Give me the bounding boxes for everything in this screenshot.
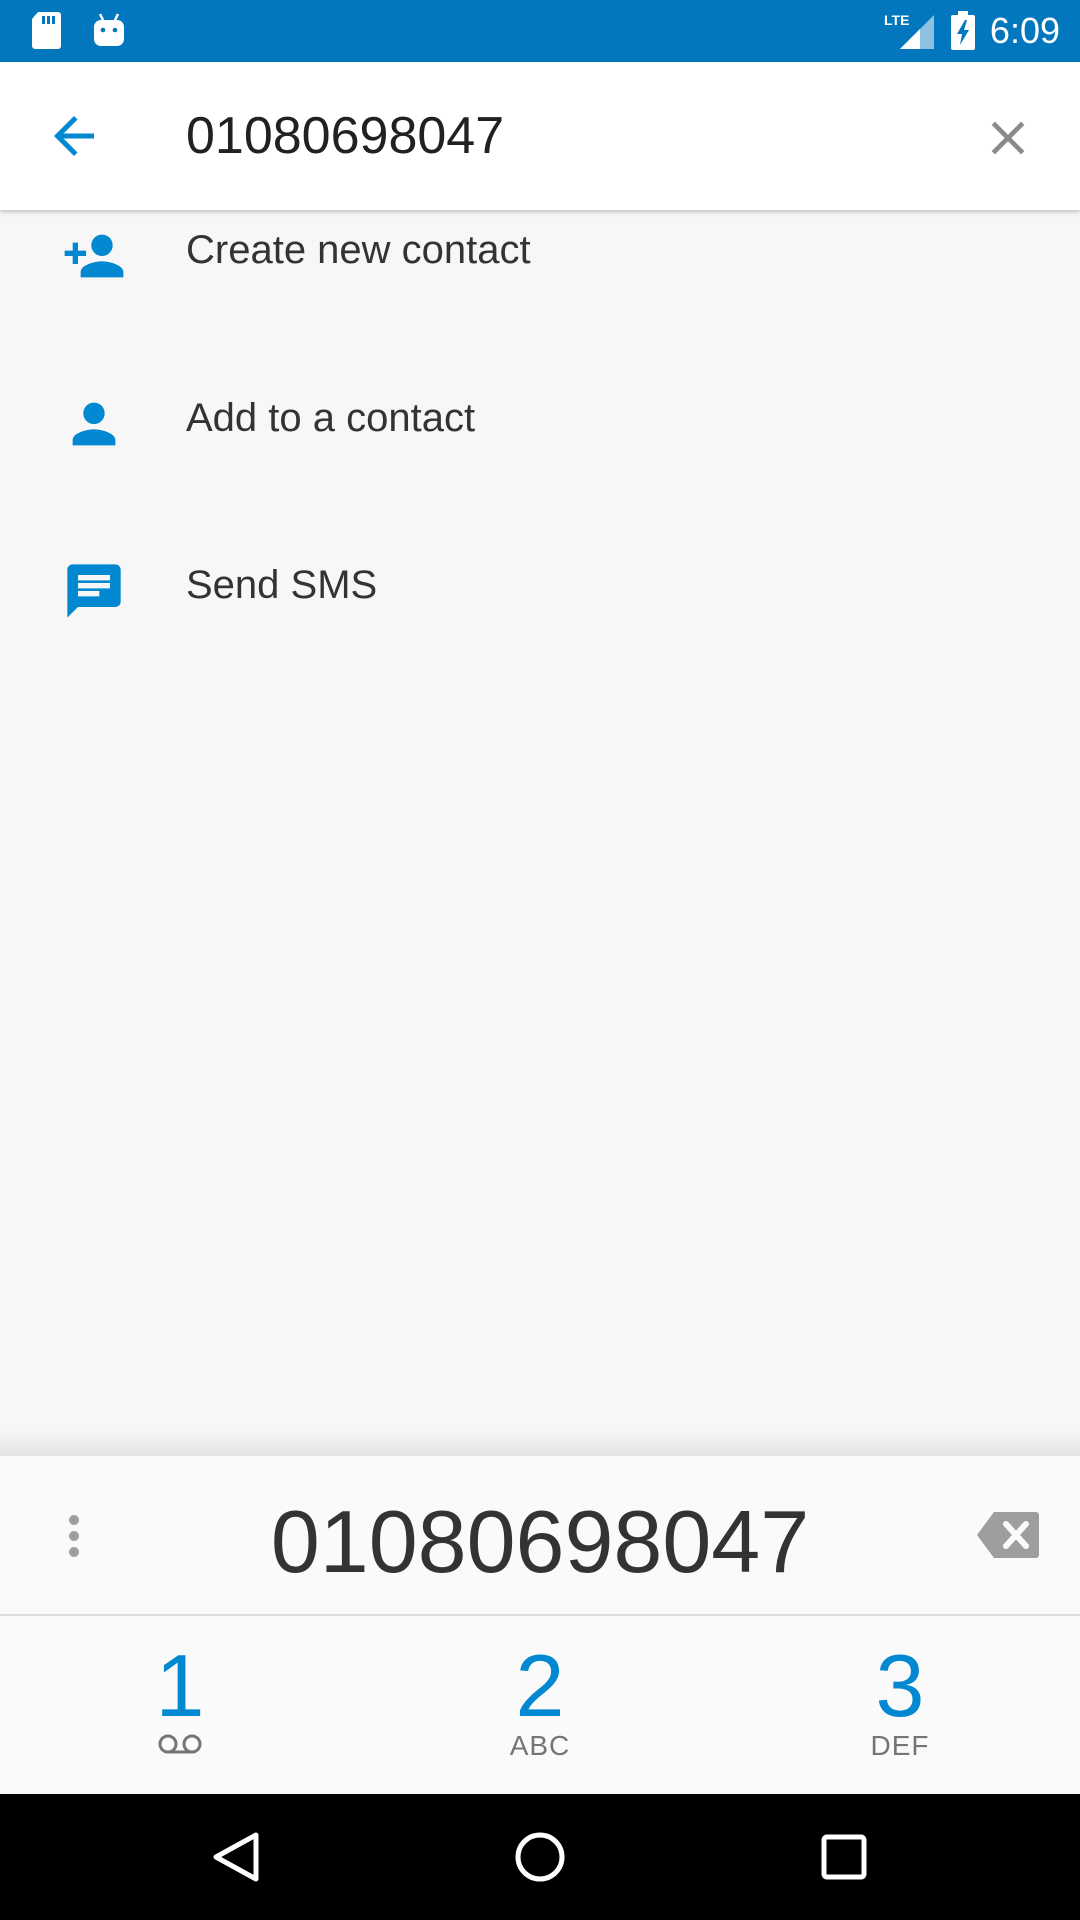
key-3[interactable]: 3 DEF (720, 1616, 1080, 1794)
action-list: Create new contact Add to a contact Send… (0, 210, 1080, 664)
status-bar: LTE 6:09 (0, 0, 1080, 62)
create-new-contact-label: Create new contact (186, 228, 531, 272)
search-toolbar: 01080698047 (0, 62, 1080, 210)
message-icon (67, 564, 121, 618)
dialpad: 01080698047 1 2 ABC 3 DEF (0, 1456, 1080, 1794)
dialpad-shadow (0, 1430, 1080, 1456)
android-icon (94, 13, 124, 46)
key-digit: 2 (515, 1636, 565, 1735)
person-add-icon (64, 234, 124, 278)
key-digit: 1 (155, 1636, 205, 1735)
send-sms-label: Send SMS (186, 563, 378, 607)
navigation-bar (0, 1794, 1080, 1920)
battery-charging-icon (950, 11, 975, 50)
close-icon[interactable] (980, 110, 1036, 166)
back-triangle-icon[interactable] (206, 1827, 266, 1887)
dialed-digits[interactable]: 01080698047 (0, 1492, 1080, 1592)
key-letters: DEF (870, 1730, 930, 1761)
backspace-icon[interactable] (976, 1510, 1040, 1560)
svg-text:LTE: LTE (884, 12, 909, 28)
digits-row: 01080698047 (0, 1456, 1080, 1616)
key-digit: 3 (875, 1636, 925, 1735)
key-2[interactable]: 2 ABC (360, 1616, 720, 1794)
key-1[interactable]: 1 (0, 1616, 360, 1794)
send-sms-item[interactable]: Send SMS (0, 497, 1080, 664)
key-letters: ABC (509, 1730, 571, 1761)
arrow-back-icon[interactable] (44, 106, 104, 166)
person-icon (72, 402, 116, 446)
status-time: 6:09 (989, 10, 1060, 51)
home-circle-icon[interactable] (510, 1827, 570, 1887)
signal-icon: LTE (884, 12, 934, 49)
add-to-contact-label: Add to a contact (186, 396, 476, 440)
add-to-contact-item[interactable]: Add to a contact (0, 330, 1080, 497)
recents-square-icon[interactable] (814, 1827, 874, 1887)
search-input[interactable]: 01080698047 (186, 106, 504, 166)
dialpad-keys: 1 2 ABC 3 DEF (0, 1616, 1080, 1794)
sd-card-icon (32, 12, 61, 49)
create-new-contact-item[interactable]: Create new contact (0, 210, 1080, 330)
